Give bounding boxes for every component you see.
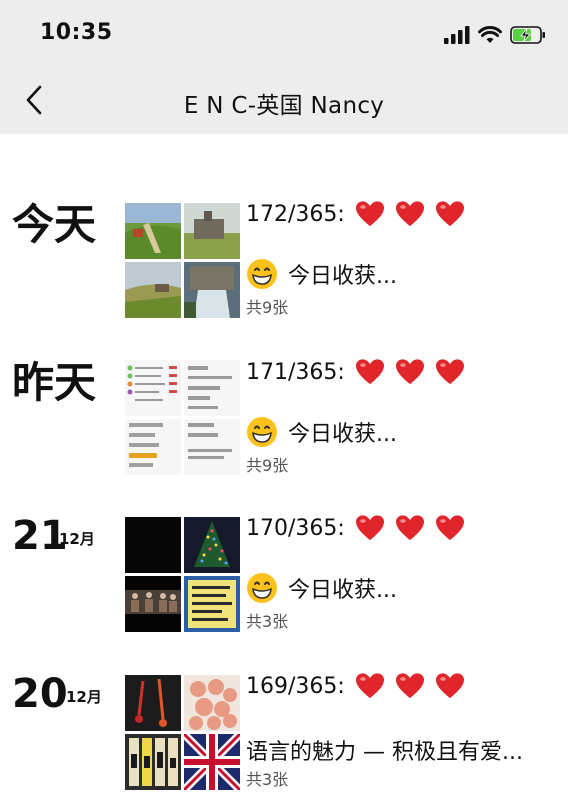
- feed-entry[interactable]: 今天 172/365: 今日收获... 共9张: [0, 200, 568, 320]
- status-icons: [444, 24, 546, 46]
- craft-photo-thumbnail: [125, 675, 181, 731]
- entry-description: 今日收获...: [246, 572, 397, 604]
- entry-description: 今日收获...: [246, 258, 397, 290]
- page-title: E N C-英国 Nancy: [183, 93, 385, 119]
- red-heart-icon: [395, 359, 424, 385]
- entry-date-label: 今天: [12, 200, 97, 249]
- food-photo-thumbnail: [184, 675, 240, 731]
- entry-title-text: 170/365:: [246, 515, 345, 541]
- red-heart-icon: [395, 673, 424, 699]
- flag-photo-thumbnail: [184, 734, 240, 790]
- cellular-signal-icon: [444, 26, 470, 44]
- screenshot-thumbnail: [184, 419, 240, 475]
- photo-count: 共3张: [246, 612, 289, 631]
- status-time: 10:35: [40, 20, 113, 45]
- red-heart-icon: [435, 673, 464, 699]
- entry-title-text: 172/365:: [246, 201, 345, 227]
- red-heart-icon: [355, 359, 384, 385]
- entry-description-text: 今日收获...: [288, 578, 397, 603]
- nav-bar: E N C-英国 Nancy: [0, 66, 568, 134]
- entry-title: 170/365:: [246, 514, 465, 542]
- red-heart-icon: [435, 359, 464, 385]
- red-heart-icon: [355, 673, 384, 699]
- feed-entry[interactable]: 昨天 171/365: 今日收获... 共9张: [0, 356, 568, 476]
- entry-date-month: 12月: [66, 688, 102, 706]
- photo-thumbnails[interactable]: [125, 675, 240, 790]
- red-heart-icon: [355, 515, 384, 541]
- entry-description-text: 今日收获...: [288, 264, 397, 289]
- grinning-face-icon: [247, 259, 277, 289]
- red-heart-icon: [355, 201, 384, 227]
- landscape-photo-thumbnail: [184, 203, 240, 259]
- red-heart-icon: [395, 515, 424, 541]
- grinning-face-icon: [247, 573, 277, 603]
- red-heart-icon: [435, 201, 464, 227]
- status-bar: 10:35: [0, 0, 568, 66]
- poster-photo-thumbnail: [184, 576, 240, 632]
- entry-title-text: 169/365:: [246, 673, 345, 699]
- bookmarks-photo-thumbnail: [125, 734, 181, 790]
- landscape-photo-thumbnail: [184, 262, 240, 318]
- wifi-icon: [478, 26, 502, 43]
- entry-date-day: 20: [12, 671, 68, 717]
- screenshot-thumbnail: [125, 360, 181, 416]
- entry-title: 169/365:: [246, 672, 465, 700]
- red-heart-icon: [435, 515, 464, 541]
- entry-description-text: 今日收获...: [288, 422, 397, 447]
- feed-entry[interactable]: 20 12月 169/365: 语言的魅力 — 积极且有爱... 共3张: [0, 672, 568, 792]
- battery-charging-icon: [510, 26, 545, 44]
- group-photo-thumbnail: [125, 576, 181, 632]
- entry-title: 172/365:: [246, 200, 465, 228]
- photo-count: 共3张: [246, 770, 289, 789]
- entry-date-label: 昨天: [12, 358, 97, 407]
- entry-description: 今日收获...: [246, 416, 397, 448]
- photo-count: 共9张: [246, 298, 289, 317]
- entry-title-text: 171/365:: [246, 359, 345, 385]
- photo-thumbnails[interactable]: [125, 203, 240, 318]
- entry-description-text: 语言的魅力 — 积极且有爱...: [246, 740, 523, 765]
- screenshot-thumbnail: [184, 360, 240, 416]
- landscape-photo-thumbnail: [125, 203, 181, 259]
- photo-count: 共9张: [246, 456, 289, 475]
- photo-thumbnails[interactable]: [125, 517, 240, 632]
- entry-title: 171/365:: [246, 358, 465, 386]
- screenshot-thumbnail: [125, 419, 181, 475]
- christmas-tree-photo-thumbnail: [184, 517, 240, 573]
- entry-date-month: 12月: [59, 530, 95, 548]
- grinning-face-icon: [247, 417, 277, 447]
- dark-photo-thumbnail: [125, 517, 181, 573]
- photo-thumbnails[interactable]: [125, 360, 240, 475]
- feed-entry[interactable]: 21 12月 170/365: 今日收获... 共3张: [0, 514, 568, 634]
- landscape-photo-thumbnail: [125, 262, 181, 318]
- red-heart-icon: [395, 201, 424, 227]
- entry-description: 语言的魅力 — 积极且有爱...: [246, 734, 523, 766]
